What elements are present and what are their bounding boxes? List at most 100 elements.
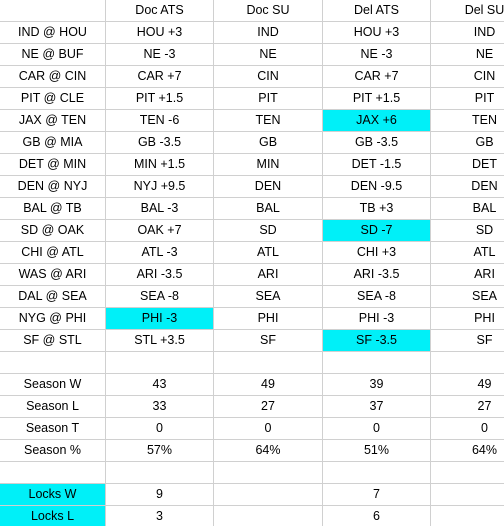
cell-del-ats[interactable]: PHI -3 xyxy=(322,307,431,330)
cell-doc-su[interactable]: MIN xyxy=(213,153,323,176)
cell-del-su[interactable]: PHI xyxy=(430,307,504,330)
cell-locks-label[interactable]: Locks W xyxy=(0,483,106,506)
cell-del-su[interactable]: ARI xyxy=(430,263,504,286)
cell-doc-ats[interactable]: SEA -8 xyxy=(105,285,214,308)
cell-empty[interactable] xyxy=(430,351,504,374)
cell-matchup[interactable]: DET @ MIN xyxy=(0,153,106,176)
cell-empty[interactable] xyxy=(105,461,214,484)
cell-season-label[interactable]: Season W xyxy=(0,373,106,396)
cell-del-ats[interactable]: SF -3.5 xyxy=(322,329,431,352)
cell-del-su[interactable]: DET xyxy=(430,153,504,176)
cell-season-doc-ats[interactable]: 43 xyxy=(105,373,214,396)
cell-empty[interactable] xyxy=(213,351,323,374)
cell-matchup[interactable]: SF @ STL xyxy=(0,329,106,352)
cell-locks-doc-su[interactable] xyxy=(213,505,323,526)
cell-doc-ats[interactable]: ATL -3 xyxy=(105,241,214,264)
cell-season-del-ats[interactable]: 0 xyxy=(322,417,431,440)
cell-del-su[interactable]: CIN xyxy=(430,65,504,88)
cell-empty[interactable] xyxy=(0,461,106,484)
cell-empty[interactable] xyxy=(213,461,323,484)
cell-del-su[interactable]: SF xyxy=(430,329,504,352)
cell-del-su[interactable]: BAL xyxy=(430,197,504,220)
cell-doc-su[interactable]: PIT xyxy=(213,87,323,110)
cell-season-del-ats[interactable]: 37 xyxy=(322,395,431,418)
header-cell-del-su[interactable]: Del SU xyxy=(430,0,504,22)
cell-locks-del-ats[interactable]: 7 xyxy=(322,483,431,506)
cell-del-ats[interactable]: DET -1.5 xyxy=(322,153,431,176)
cell-doc-ats[interactable]: NE -3 xyxy=(105,43,214,66)
cell-season-del-su[interactable]: 49 xyxy=(430,373,504,396)
cell-doc-su[interactable]: DEN xyxy=(213,175,323,198)
cell-del-su[interactable]: IND xyxy=(430,21,504,44)
cell-del-ats[interactable]: HOU +3 xyxy=(322,21,431,44)
cell-doc-su[interactable]: TEN xyxy=(213,109,323,132)
cell-matchup[interactable]: NE @ BUF xyxy=(0,43,106,66)
cell-del-su[interactable]: PIT xyxy=(430,87,504,110)
cell-locks-label[interactable]: Locks L xyxy=(0,505,106,526)
cell-doc-su[interactable]: SD xyxy=(213,219,323,242)
cell-locks-doc-ats[interactable]: 3 xyxy=(105,505,214,526)
cell-empty[interactable] xyxy=(0,351,106,374)
cell-doc-su[interactable]: SF xyxy=(213,329,323,352)
cell-matchup[interactable]: SD @ OAK xyxy=(0,219,106,242)
cell-del-ats[interactable]: NE -3 xyxy=(322,43,431,66)
header-cell-doc-su[interactable]: Doc SU xyxy=(213,0,323,22)
cell-doc-ats[interactable]: TEN -6 xyxy=(105,109,214,132)
cell-season-del-su[interactable]: 0 xyxy=(430,417,504,440)
cell-del-su[interactable]: TEN xyxy=(430,109,504,132)
cell-matchup[interactable]: CHI @ ATL xyxy=(0,241,106,264)
cell-doc-ats[interactable]: OAK +7 xyxy=(105,219,214,242)
cell-matchup[interactable]: NYG @ PHI xyxy=(0,307,106,330)
cell-season-label[interactable]: Season L xyxy=(0,395,106,418)
cell-season-doc-su[interactable]: 0 xyxy=(213,417,323,440)
cell-season-doc-ats[interactable]: 57% xyxy=(105,439,214,462)
cell-del-ats[interactable]: DEN -9.5 xyxy=(322,175,431,198)
cell-season-del-ats[interactable]: 39 xyxy=(322,373,431,396)
cell-doc-ats[interactable]: NYJ +9.5 xyxy=(105,175,214,198)
cell-locks-del-su[interactable] xyxy=(430,505,504,526)
cell-doc-su[interactable]: SEA xyxy=(213,285,323,308)
cell-season-doc-ats[interactable]: 33 xyxy=(105,395,214,418)
cell-del-su[interactable]: DEN xyxy=(430,175,504,198)
cell-empty[interactable] xyxy=(430,461,504,484)
cell-doc-ats[interactable]: PIT +1.5 xyxy=(105,87,214,110)
header-cell-del-ats[interactable]: Del ATS xyxy=(322,0,431,22)
cell-del-ats[interactable]: SD -7 xyxy=(322,219,431,242)
cell-del-ats[interactable]: TB +3 xyxy=(322,197,431,220)
cell-doc-su[interactable]: ARI xyxy=(213,263,323,286)
cell-doc-ats[interactable]: BAL -3 xyxy=(105,197,214,220)
cell-doc-su[interactable]: PHI xyxy=(213,307,323,330)
cell-season-del-su[interactable]: 27 xyxy=(430,395,504,418)
cell-season-label[interactable]: Season % xyxy=(0,439,106,462)
cell-locks-del-ats[interactable]: 6 xyxy=(322,505,431,526)
cell-doc-su[interactable]: NE xyxy=(213,43,323,66)
cell-matchup[interactable]: GB @ MIA xyxy=(0,131,106,154)
cell-del-ats[interactable]: ARI -3.5 xyxy=(322,263,431,286)
cell-doc-su[interactable]: GB xyxy=(213,131,323,154)
cell-locks-del-su[interactable] xyxy=(430,483,504,506)
cell-empty[interactable] xyxy=(322,461,431,484)
cell-doc-ats[interactable]: ARI -3.5 xyxy=(105,263,214,286)
header-cell-doc-ats[interactable]: Doc ATS xyxy=(105,0,214,22)
cell-del-ats[interactable]: CAR +7 xyxy=(322,65,431,88)
cell-season-del-ats[interactable]: 51% xyxy=(322,439,431,462)
cell-doc-ats[interactable]: CAR +7 xyxy=(105,65,214,88)
cell-del-su[interactable]: SEA xyxy=(430,285,504,308)
cell-doc-ats[interactable]: STL +3.5 xyxy=(105,329,214,352)
cell-doc-su[interactable]: CIN xyxy=(213,65,323,88)
cell-season-doc-ats[interactable]: 0 xyxy=(105,417,214,440)
cell-del-su[interactable]: NE xyxy=(430,43,504,66)
cell-del-ats[interactable]: CHI +3 xyxy=(322,241,431,264)
cell-matchup[interactable]: IND @ HOU xyxy=(0,21,106,44)
cell-del-ats[interactable]: GB -3.5 xyxy=(322,131,431,154)
cell-locks-doc-ats[interactable]: 9 xyxy=(105,483,214,506)
cell-season-doc-su[interactable]: 64% xyxy=(213,439,323,462)
cell-doc-ats[interactable]: GB -3.5 xyxy=(105,131,214,154)
cell-matchup[interactable]: DEN @ NYJ xyxy=(0,175,106,198)
cell-del-ats[interactable]: JAX +6 xyxy=(322,109,431,132)
cell-doc-ats[interactable]: PHI -3 xyxy=(105,307,214,330)
header-cell-corner[interactable] xyxy=(0,0,106,22)
cell-doc-su[interactable]: ATL xyxy=(213,241,323,264)
cell-del-su[interactable]: GB xyxy=(430,131,504,154)
cell-season-doc-su[interactable]: 27 xyxy=(213,395,323,418)
